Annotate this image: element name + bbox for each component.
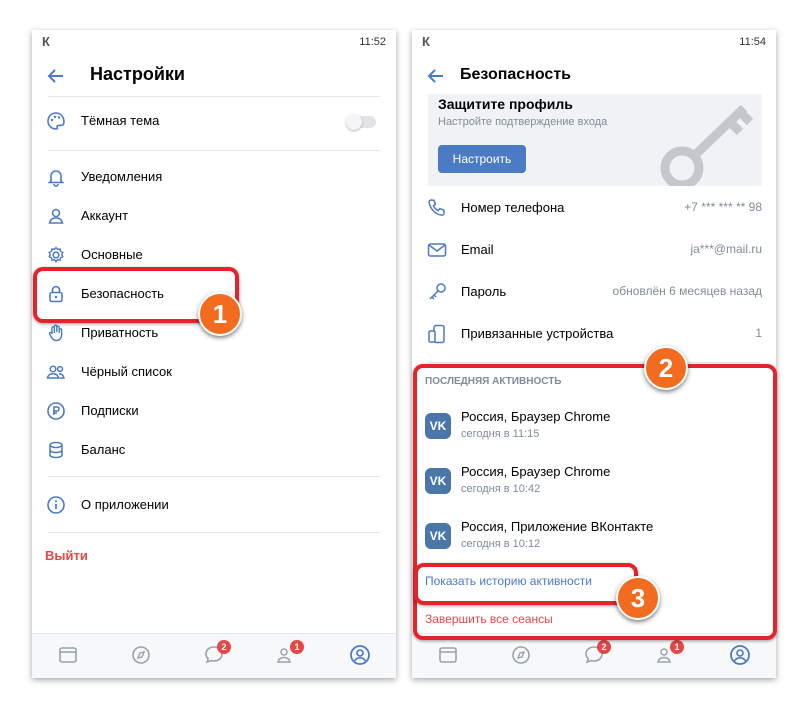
- linked-devices-row[interactable]: Привязанные устройства 1: [412, 313, 776, 355]
- row-value: ja***@mail.ru: [690, 242, 762, 256]
- ruble-icon: [47, 402, 65, 420]
- status-time: 11:52: [359, 36, 386, 48]
- highlight-show-history: [414, 563, 638, 605]
- back-arrow-icon[interactable]: [46, 66, 66, 86]
- status-bar: К 11:54: [412, 30, 776, 54]
- vk-status-logo: К: [422, 34, 430, 49]
- divider: [48, 532, 380, 533]
- gear-icon: [48, 246, 64, 263]
- dark-theme-row[interactable]: Тёмная тема: [32, 102, 396, 140]
- messages-badge: 2: [597, 640, 611, 654]
- vk-status-logo: К: [42, 34, 50, 49]
- mail-icon: [427, 243, 447, 257]
- settings-item-notifications[interactable]: Уведомления: [32, 158, 396, 196]
- tab-profile-icon[interactable]: [349, 644, 371, 666]
- tab-profile-icon[interactable]: [729, 644, 751, 666]
- database-icon: [49, 441, 63, 459]
- tab-bar: 2 1: [32, 633, 396, 678]
- tab-friends[interactable]: 1: [656, 640, 684, 666]
- tab-messages[interactable]: 2: [583, 640, 611, 666]
- settings-item-label: Уведомления: [81, 169, 163, 184]
- row-value: +7 *** *** ** 98: [684, 200, 762, 214]
- callout-1: 1: [198, 292, 242, 336]
- tab-news-icon[interactable]: [57, 644, 79, 666]
- status-bar: К 11:52: [32, 30, 396, 54]
- settings-item-subscriptions[interactable]: Подписки: [32, 392, 396, 430]
- info-icon: [47, 496, 65, 514]
- password-row[interactable]: Пароль обновлён 6 месяцев назад: [412, 271, 776, 313]
- user-icon: [48, 208, 64, 224]
- messages-badge: 2: [217, 640, 231, 654]
- settings-item-label: Приватность: [81, 325, 159, 340]
- palette-icon: [47, 112, 65, 130]
- divider: [48, 150, 380, 151]
- phone-number-row[interactable]: Номер телефона +7 *** *** ** 98: [412, 187, 776, 229]
- row-label: Номер телефона: [461, 200, 565, 215]
- email-row[interactable]: Email ja***@mail.ru: [412, 229, 776, 271]
- setup-button[interactable]: Настроить: [438, 145, 526, 173]
- settings-item-label: О приложении: [81, 497, 169, 512]
- hand-icon: [48, 324, 63, 342]
- promo-title: Защитите профиль: [438, 96, 573, 112]
- callout-3: 3: [616, 576, 660, 620]
- phone-icon: [428, 199, 445, 216]
- header: Настройки: [32, 56, 396, 98]
- settings-item-about[interactable]: О приложении: [32, 486, 396, 524]
- tab-messages[interactable]: 2: [203, 640, 231, 666]
- key-icon: [429, 283, 446, 300]
- settings-item-balance[interactable]: Баланс: [32, 431, 396, 469]
- header: Безопасность: [412, 56, 776, 98]
- promo-subtitle: Настройте подтверждение входа: [438, 116, 608, 128]
- settings-screen: К 11:52 Настройки Тёмная тема Уведомлени…: [32, 30, 396, 678]
- friends-badge: 1: [670, 640, 684, 654]
- page-title: Безопасность: [460, 66, 571, 83]
- protect-profile-card: Защитите профиль Настройте подтверждение…: [428, 94, 762, 186]
- dark-theme-toggle[interactable]: [346, 114, 376, 130]
- tab-explore-icon[interactable]: [130, 644, 152, 666]
- key-illustration-icon: [660, 104, 754, 186]
- settings-item-label: Основные: [81, 247, 143, 262]
- friends-badge: 1: [290, 640, 304, 654]
- settings-item-label: Чёрный список: [81, 364, 172, 379]
- callout-2: 2: [644, 346, 688, 390]
- tab-explore-icon[interactable]: [510, 644, 532, 666]
- back-arrow-icon[interactable]: [426, 66, 446, 86]
- settings-item-account[interactable]: Аккаунт: [32, 197, 396, 235]
- row-label: Email: [461, 242, 494, 257]
- row-label: Пароль: [461, 284, 507, 299]
- bell-icon: [47, 170, 65, 187]
- users-icon: [46, 365, 65, 379]
- devices-icon: [428, 324, 445, 344]
- settings-item-blacklist[interactable]: Чёрный список: [32, 353, 396, 391]
- toggle-knob: [346, 114, 362, 130]
- logout-link[interactable]: Выйти: [45, 548, 88, 563]
- settings-item-label: Баланс: [81, 442, 126, 457]
- tab-news-icon[interactable]: [437, 644, 459, 666]
- settings-item-label: Аккаунт: [81, 208, 129, 223]
- divider: [48, 476, 380, 477]
- status-time: 11:54: [739, 36, 766, 48]
- row-value: обновлён 6 месяцев назад: [612, 284, 762, 298]
- row-value: 1: [755, 326, 762, 340]
- row-label: Привязанные устройства: [461, 326, 614, 341]
- dark-theme-label: Тёмная тема: [81, 113, 160, 128]
- tab-friends[interactable]: 1: [276, 640, 304, 666]
- divider: [428, 362, 760, 363]
- settings-item-label: Подписки: [81, 403, 139, 418]
- divider: [48, 96, 380, 97]
- page-title: Настройки: [90, 64, 185, 84]
